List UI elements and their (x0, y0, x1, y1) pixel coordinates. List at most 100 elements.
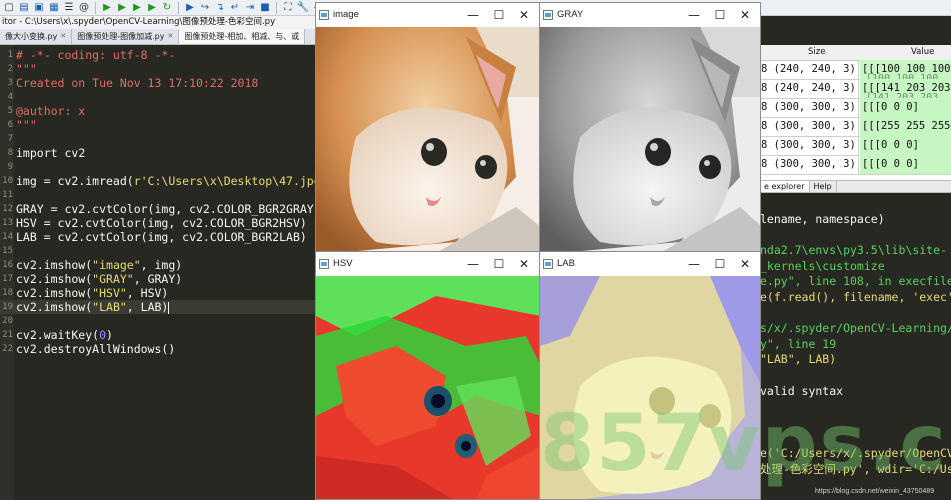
variable-row[interactable]: 8 (240, 240, 3) [[[100 100 100 [100 100 10… (761, 60, 951, 80)
code-token: "LAB" (92, 300, 127, 314)
line-number: 13 (2, 218, 13, 228)
code-token: GRAY = cv2.cvtColor(img, cv2.COLOR_BGR2G… (16, 202, 316, 216)
open-folder-icon[interactable]: ▤ (18, 2, 30, 14)
code-line[interactable]: 16 cv2.imshow("image", img) (0, 258, 316, 272)
code-line[interactable]: 4 (0, 90, 316, 104)
variable-row[interactable]: 8 (300, 300, 3) [[[0 0 0] (761, 136, 951, 156)
window-hsv[interactable]: HSV — ☐ ✕ (315, 251, 540, 500)
window-title-bar[interactable]: HSV — ☐ ✕ (316, 252, 539, 276)
close-button[interactable]: ✕ (733, 252, 757, 276)
editor-tab-active[interactable]: 图像预处理-相加、相减、与、或 (179, 29, 306, 44)
wrench-icon[interactable]: 🔧 (297, 2, 309, 14)
run-cell-advance-icon[interactable]: ▶ (131, 2, 143, 14)
code-text: Created on Tue Nov 13 17:10:22 2018 (16, 76, 258, 90)
variable-explorer[interactable]: Size Value 8 (240, 240, 3) [[[100 100 100… (760, 45, 951, 190)
save-all-icon[interactable]: ▦ (48, 2, 60, 14)
maximize-button[interactable]: ☐ (487, 3, 511, 27)
code-token: "GRAY" (92, 272, 134, 286)
code-editor[interactable]: 1 # -*- coding: utf-8 -*- 2 """ 3 Created on … (0, 45, 316, 500)
code-line[interactable]: 13 HSV = cv2.cvtColor(img, cv2.COLOR_BGR2… (0, 216, 316, 230)
continue-icon[interactable]: ⇥ (244, 2, 256, 14)
code-line[interactable]: 12 GRAY = cv2.cvtColor(img, cv2.COLOR_BGR… (0, 202, 316, 216)
window-title-bar[interactable]: GRAY — ☐ ✕ (540, 3, 760, 27)
maximize-button[interactable]: ☐ (487, 252, 511, 276)
run-cell-icon[interactable]: ▶ (116, 2, 128, 14)
step-icon[interactable]: ↪ (199, 2, 211, 14)
window-title-bar[interactable]: image — ☐ ✕ (316, 3, 539, 27)
variable-value: [[[0 0 0] (860, 136, 951, 155)
code-token: , img) (140, 258, 183, 272)
step-into-icon[interactable]: ↴ (214, 2, 226, 14)
code-token: cv2.imshow( (16, 286, 93, 300)
list-icon[interactable]: ☰ (63, 2, 75, 14)
close-button[interactable]: ✕ (512, 252, 536, 276)
minimize-button[interactable]: — (682, 252, 706, 276)
code-line[interactable]: 5 @author: x (0, 104, 316, 118)
window-image[interactable]: image — ☐ ✕ (315, 2, 540, 252)
close-button[interactable]: ✕ (733, 3, 757, 27)
code-line[interactable]: 3 Created on Tue Nov 13 17:10:22 2018 (0, 76, 316, 90)
close-icon[interactable]: ✕ (167, 29, 173, 44)
minimize-button[interactable]: — (461, 252, 485, 276)
editor-tab-label: 图像预处理-相加、相减、与、或 (184, 32, 300, 41)
code-text: # -*- coding: utf-8 -*- (16, 48, 175, 62)
variable-row[interactable]: 8 (300, 300, 3) [[[0 0 0] (761, 155, 951, 175)
code-line[interactable]: 8 import cv2 (0, 146, 316, 160)
variable-row[interactable]: 8 (300, 300, 3) [[[255 255 255 (761, 117, 951, 137)
editor-tab[interactable]: 像大小变换.py ✕ (0, 29, 73, 44)
variable-value: [[[100 100 100 [100 100 100 (860, 60, 951, 79)
column-header-value[interactable]: Value (911, 45, 934, 60)
code-token: cv2.imshow( (16, 300, 93, 314)
code-line[interactable]: 18 cv2.imshow("HSV", HSV) (0, 286, 316, 300)
line-number: 11 (2, 190, 13, 200)
stop-debug-icon[interactable]: ■ (259, 2, 271, 14)
close-button[interactable]: ✕ (512, 3, 536, 27)
editor-tab[interactable]: 图像预处理-图像加减.py ✕ (72, 29, 180, 44)
code-line[interactable]: 19 cv2.imshow("LAB", LAB) (0, 300, 316, 314)
window-gray[interactable]: GRAY — ☐ ✕ (539, 2, 761, 252)
tab-variable-explorer[interactable]: e explorer (760, 181, 810, 192)
window-title-bar[interactable]: LAB — ☐ ✕ (540, 252, 760, 276)
debug-icon[interactable]: ▶ (184, 2, 196, 14)
variable-value-text: [[[0 0 0] (862, 158, 919, 170)
column-header-size[interactable]: Size (808, 45, 825, 60)
code-line[interactable]: 20 (0, 314, 316, 328)
code-line[interactable]: 6 """ (0, 118, 316, 132)
code-line[interactable]: 15 (0, 244, 316, 258)
code-token: cv2.destroyAllWindows() (16, 342, 176, 356)
variable-size: 8 (300, 300, 3) (761, 155, 859, 174)
line-number: 10 (2, 176, 13, 186)
code-line[interactable]: 7 (0, 132, 316, 146)
variable-row[interactable]: 8 (240, 240, 3) [[[141 203 203 [141 203 20… (761, 79, 951, 99)
code-line[interactable]: 14 LAB = cv2.cvtColor(img, cv2.COLOR_BGR2… (0, 230, 316, 244)
image-canvas (540, 27, 760, 251)
minimize-button[interactable]: — (461, 3, 485, 27)
maximize-button[interactable]: ☐ (708, 3, 732, 27)
code-line[interactable]: 2 """ (0, 62, 316, 76)
code-line[interactable]: 22 cv2.destroyAllWindows() (0, 342, 316, 356)
rerun-icon[interactable]: ↻ (161, 2, 173, 14)
code-line[interactable]: 11 (0, 188, 316, 202)
minimize-button[interactable]: — (682, 3, 706, 27)
code-line[interactable]: 9 (0, 160, 316, 174)
close-icon[interactable]: ✕ (60, 29, 66, 44)
run-selection-icon[interactable]: ▶ (146, 2, 158, 14)
variable-value-text: [[[0 0 0] (862, 101, 919, 113)
variable-size: 8 (240, 240, 3) (761, 79, 859, 98)
maximize-pane-icon[interactable]: ⛶ (282, 2, 294, 14)
image-canvas (316, 27, 539, 251)
maximize-button[interactable]: ☐ (708, 252, 732, 276)
run-icon[interactable]: ▶ (101, 2, 113, 14)
code-line[interactable]: 1 # -*- coding: utf-8 -*- (0, 48, 316, 62)
console-line: e(f.read(), filename, 'exec' (760, 290, 951, 304)
at-icon[interactable]: @ (78, 2, 90, 14)
code-line[interactable]: 17 cv2.imshow("GRAY", GRAY) (0, 272, 316, 286)
new-file-icon[interactable]: ▢ (3, 2, 15, 14)
variable-row[interactable]: 8 (300, 300, 3) [[[0 0 0] (761, 98, 951, 118)
tab-help[interactable]: Help (810, 181, 837, 192)
code-line[interactable]: 21 cv2.waitKey(0) (0, 328, 316, 342)
code-line[interactable]: 10 img = cv2.imread(r'C:\Users\x\Desktop\… (0, 174, 316, 188)
code-token: """ (16, 118, 37, 132)
save-icon[interactable]: ▣ (33, 2, 45, 14)
step-return-icon[interactable]: ↵ (229, 2, 241, 14)
